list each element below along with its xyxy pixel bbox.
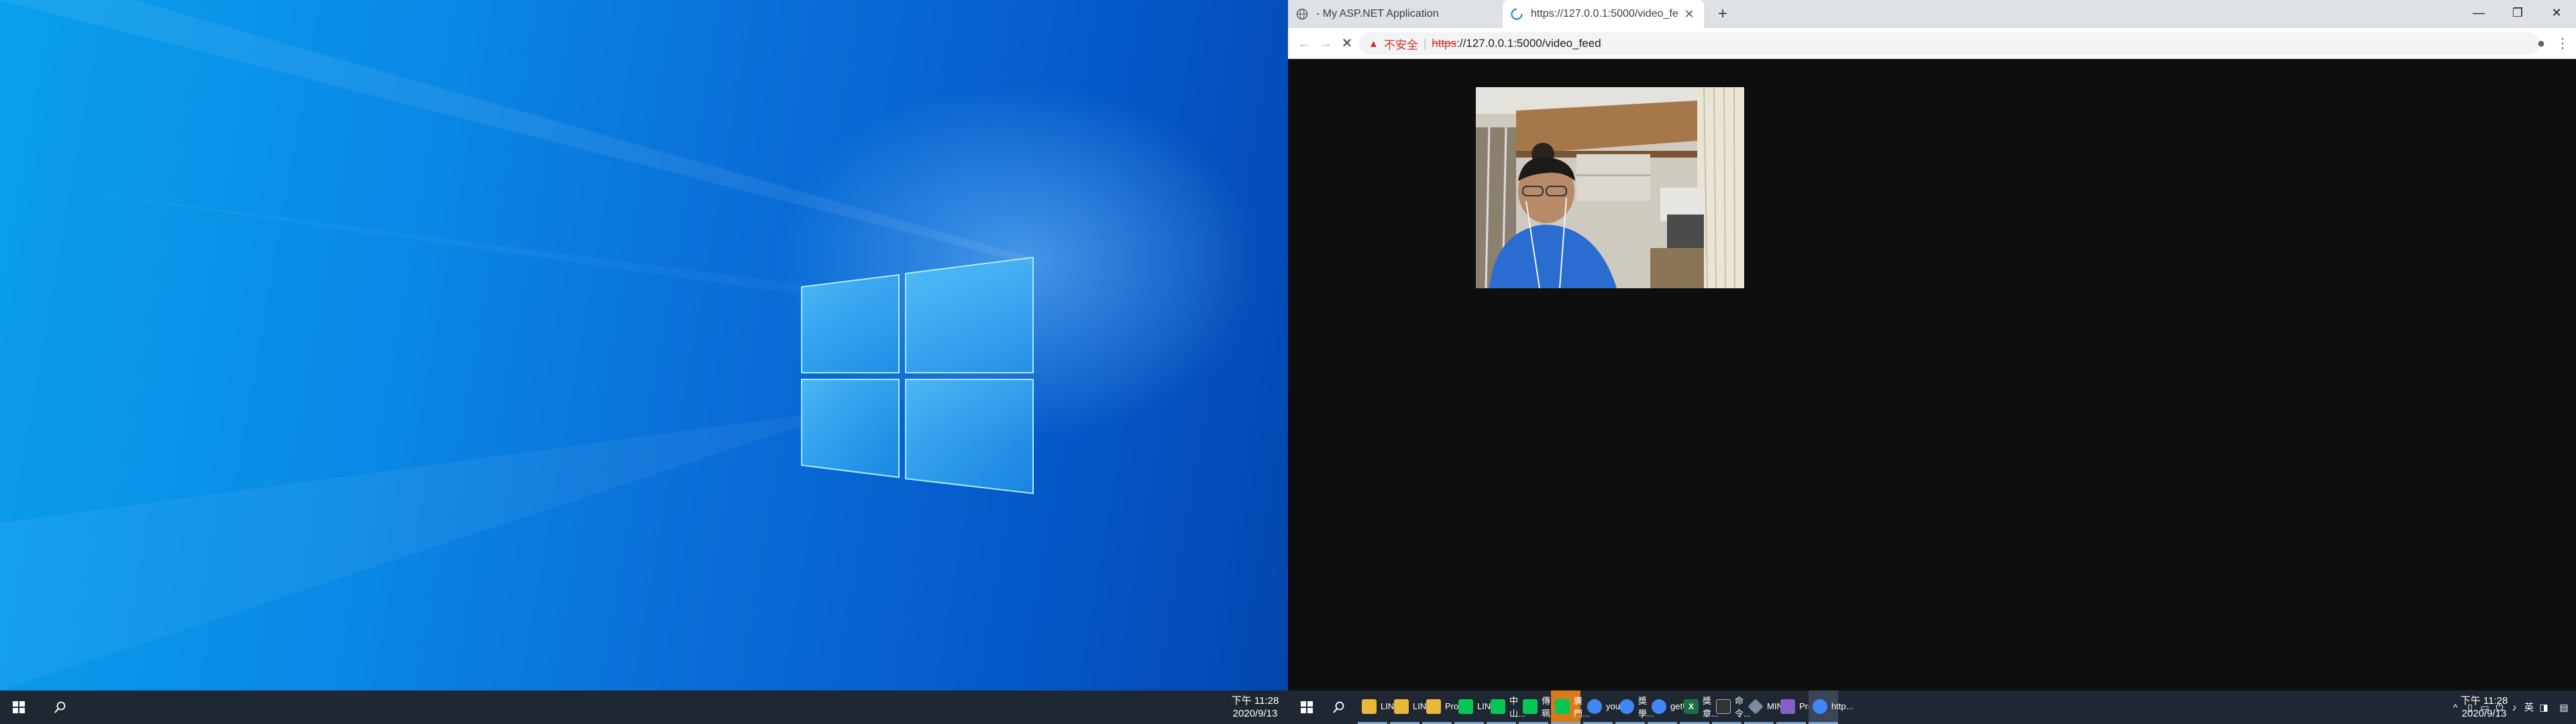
- folder-icon: [1362, 699, 1377, 714]
- terminal-icon: [1716, 699, 1731, 714]
- security-label: 不安全: [1383, 38, 1418, 52]
- taskbar-app-chat-2[interactable]: 傳珮...: [1519, 690, 1558, 724]
- back-button[interactable]: ←: [1293, 33, 1315, 54]
- tab-video-feed[interactable]: https://127.0.0.1:5000/video_fe ✕: [1503, 0, 1704, 28]
- clock-date: 2020/9/13: [2461, 708, 2507, 719]
- browser-tab-strip: - My ASP.NET Application https://127.0.0…: [1288, 0, 2576, 28]
- folder-icon: [1426, 699, 1441, 714]
- windows-icon: [1301, 701, 1313, 713]
- app-icon: [1748, 698, 1764, 715]
- url-text: ://127.0.0.1:5000/video_feed: [1456, 37, 1601, 50]
- chrome-icon: [1587, 699, 1602, 714]
- tab-title: - My ASP.NET Application: [1316, 8, 1439, 19]
- contact-icon: [1555, 699, 1570, 714]
- browser-toolbar: ← → ✕ ▲ 不安全 | https ://127.0.0.1:5000/vi…: [1288, 28, 2576, 59]
- line-icon: [1458, 699, 1473, 714]
- clock-time: 下午 11:28: [2460, 695, 2508, 707]
- taskbar-app-visual-studio[interactable]: Proj...: [1776, 690, 1822, 724]
- loading-icon: [1511, 8, 1523, 20]
- windows-icon: [13, 701, 25, 713]
- url-scheme: https: [1432, 37, 1457, 50]
- vs-icon: [1780, 699, 1795, 714]
- right-monitor: - My ASP.NET Application https://127.0.0…: [1288, 0, 2576, 724]
- new-tab-button[interactable]: +: [1712, 3, 1733, 25]
- close-window-button[interactable]: ✕: [2537, 0, 2576, 25]
- excel-icon: X: [1684, 699, 1699, 714]
- app-label: http...: [1831, 701, 1854, 711]
- search-icon: [1333, 701, 1344, 713]
- taskbar-app-folder-line-2[interactable]: LINE...: [1390, 690, 1440, 724]
- taskbar-clock[interactable]: 下午 11:28 2020/9/13: [2454, 695, 2514, 720]
- restore-button[interactable]: ❐: [2498, 0, 2537, 25]
- video-feed: [1476, 87, 1744, 288]
- security-indicator[interactable]: ▲ 不安全: [1368, 36, 1418, 52]
- tab-asp-net-app[interactable]: - My ASP.NET Application: [1288, 0, 1503, 28]
- menu-icon[interactable]: ⋮: [2552, 33, 2573, 54]
- clock-time: 下午 11:28: [1231, 695, 1279, 707]
- ime-mode-icon[interactable]: ◨: [2537, 700, 2551, 715]
- contact-icon: [1491, 699, 1505, 714]
- start-button[interactable]: [3, 690, 35, 724]
- taskbar-app-min[interactable]: MIN...: [1744, 690, 1790, 724]
- search-button[interactable]: [44, 690, 76, 724]
- tab-title: https://127.0.0.1:5000/video_fe: [1531, 8, 1678, 19]
- taskbar-app-chat-1[interactable]: 中山...: [1487, 690, 1525, 724]
- url-separator: |: [1423, 37, 1427, 50]
- ime-icon[interactable]: 英: [2522, 700, 2536, 715]
- taskbar-app-chrome-scholarship[interactable]: 獎學...: [1615, 690, 1654, 724]
- taskbar-app-folder-line-1[interactable]: LINE...: [1358, 690, 1407, 724]
- start-button[interactable]: [1291, 690, 1323, 724]
- clock-date: 2020/9/13: [1232, 708, 1278, 719]
- taskbar-app-chrome-youtube[interactable]: you...: [1583, 690, 1627, 724]
- right-taskbar: LINE... LINE... Proj... LINE 中山... 傳珮...…: [1288, 690, 2576, 724]
- profile-icon[interactable]: ●: [2530, 33, 2552, 54]
- taskbar-app-chrome-active[interactable]: http...: [1809, 690, 1854, 724]
- globe-icon: [1296, 8, 1308, 20]
- webcam-image: [1476, 87, 1744, 288]
- taskbar-app-line[interactable]: LINE: [1454, 690, 1497, 724]
- taskbar-app-excel[interactable]: X 獎章...: [1680, 690, 1719, 724]
- folder-icon: [1394, 699, 1409, 714]
- search-button[interactable]: [1323, 690, 1355, 724]
- left-taskbar: 下午 11:28 2020/9/13: [0, 690, 1288, 724]
- chrome-icon: [1813, 699, 1827, 714]
- left-monitor: 下午 11:28 2020/9/13: [0, 0, 1288, 724]
- chrome-icon: [1652, 699, 1666, 714]
- taskbar-app-chrome-getu[interactable]: getU...: [1648, 690, 1696, 724]
- windows-logo-graphic: [0, 0, 1034, 690]
- forward-button[interactable]: →: [1315, 33, 1336, 54]
- contact-icon: [1523, 699, 1538, 714]
- minimize-button[interactable]: —: [2459, 0, 2498, 25]
- notification-icon[interactable]: ▤: [2557, 700, 2571, 715]
- chrome-icon: [1619, 699, 1634, 714]
- taskbar-app-command-prompt[interactable]: 命令...: [1712, 690, 1751, 724]
- taskbar-app-folder-proj[interactable]: Proj...: [1422, 690, 1468, 724]
- warning-icon: ▲: [1368, 38, 1379, 50]
- taskbar-clock[interactable]: 下午 11:28 2020/9/13: [1225, 695, 1285, 720]
- stop-loading-button[interactable]: ✕: [1336, 33, 1358, 54]
- taskbar-app-chat-3[interactable]: 廣門...: [1551, 690, 1590, 724]
- close-icon[interactable]: ✕: [1682, 7, 1696, 21]
- address-bar[interactable]: ▲ 不安全 | https ://127.0.0.1:5000/video_fe…: [1359, 32, 2540, 55]
- search-icon: [54, 701, 66, 713]
- desktop-wallpaper: [0, 0, 1288, 690]
